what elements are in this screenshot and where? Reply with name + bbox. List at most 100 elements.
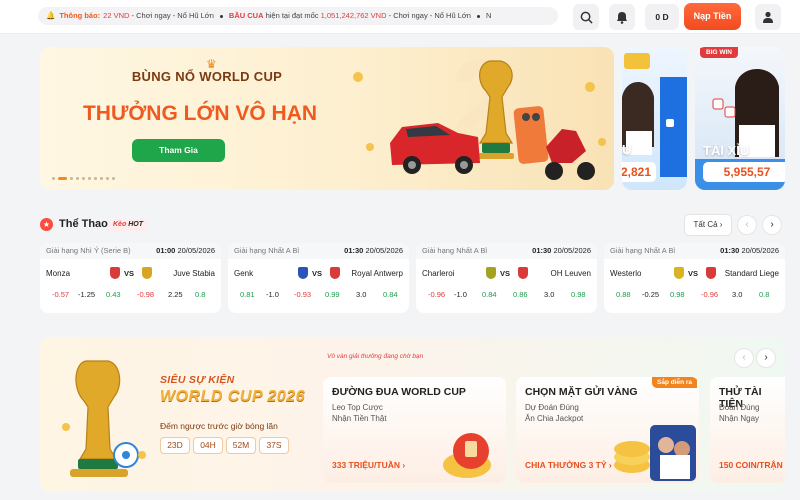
gift-box-image <box>443 433 491 478</box>
odds-value[interactable]: 0.84 <box>383 290 398 299</box>
hero-title: BÙNG NỔ WORLD CUP <box>131 69 283 84</box>
announcement-ticker[interactable]: 🔔 Thông báo: 22 VND - Chơi ngay - Nổ Hũ Lớ… <box>38 7 558 25</box>
carousel-dot[interactable] <box>82 177 85 180</box>
match-card[interactable]: Giải hạng Nhì Ý (Serie B) 01:00 20/05/20… <box>40 243 221 313</box>
deposit-button[interactable]: Nạp Tiền <box>684 3 741 30</box>
home-team: Genk <box>234 269 254 278</box>
league-name: Giải hạng Nhất A Bỉ <box>234 246 300 255</box>
league-name: Giải hạng Nhì Ý (Serie B) <box>46 246 131 255</box>
match-time: 01:30 20/05/2026 <box>532 243 591 259</box>
promo-card-race[interactable]: ĐƯỜNG ĐUA WORLD CUP Leo Top Cược Nhận Ti… <box>323 377 506 483</box>
ticker-amount: 22 VND <box>103 11 130 20</box>
odds-value[interactable]: 0.98 <box>571 290 586 299</box>
promo-prev-button[interactable]: ‹ <box>734 348 754 368</box>
league-name: Giải hạng Nhất A Bỉ <box>610 246 676 255</box>
versus-label: VS <box>124 269 135 278</box>
promo-card-line: Nhận Tiền Thật <box>332 414 387 423</box>
see-all-button[interactable]: Tất Cả › <box>684 214 732 236</box>
account-button[interactable] <box>755 4 781 30</box>
match-card[interactable]: Giải hạng Nhất A Bỉ 01:30 20/05/2026 Gen… <box>228 243 409 313</box>
odds-row: -0.57 -1.25 0.43 -0.98 2.25 0.8 <box>40 285 221 307</box>
promo-card-line: Dự Đoán Đúng <box>525 403 579 412</box>
promo-card-line: Ăn Chia Jackpot <box>525 414 584 423</box>
odds-value[interactable]: -1.0 <box>266 290 279 299</box>
odds-value[interactable]: 0.8 <box>759 290 769 299</box>
ticker-text: - Chơi ngay - Nổ Hũ Lớn <box>388 11 471 20</box>
versus-label: VS <box>500 269 511 278</box>
odds-value[interactable]: 0.81 <box>240 290 255 299</box>
odds-value[interactable]: -1.25 <box>78 290 95 299</box>
notification-button[interactable] <box>609 4 635 30</box>
match-teams: Westerlo VS Standard Liege <box>604 259 785 285</box>
odds-value[interactable]: 3.0 <box>544 290 554 299</box>
carousel-dot[interactable] <box>88 177 91 180</box>
see-all-label: Tất Cả <box>693 220 718 229</box>
home-team-crest-icon <box>674 267 684 279</box>
side-banner-taixiu[interactable]: BIG WIN TÀI XỈU 5,955,57 <box>695 47 785 190</box>
odds-value[interactable]: 3.0 <box>732 290 742 299</box>
upcoming-badge: Sắp diễn ra <box>652 377 698 388</box>
carousel-dot[interactable] <box>76 177 79 180</box>
odds-value[interactable]: 0.43 <box>106 290 121 299</box>
odds-value[interactable]: -0.93 <box>294 290 311 299</box>
trophy-ball-image <box>62 360 146 477</box>
carousel-dot[interactable] <box>106 177 109 180</box>
promo-tagline: Vô vàn giải thưởng đang chờ bạn <box>327 353 424 360</box>
kickoff-time: 01:30 <box>532 246 552 255</box>
odds-value[interactable]: 0.86 <box>513 290 528 299</box>
carousel-dot[interactable] <box>94 177 97 180</box>
match-card[interactable]: Giải hạng Nhất A Bỉ 01:30 20/05/2026 Wes… <box>604 243 785 313</box>
carousel-dot[interactable] <box>70 177 73 180</box>
countdown-days: 23D <box>160 437 190 454</box>
chevron-right-icon: › <box>608 460 612 470</box>
odds-value[interactable]: 0.98 <box>670 290 685 299</box>
kickoff-time: 01:30 <box>720 246 740 255</box>
odds-value[interactable]: 0.8 <box>195 290 205 299</box>
odds-value[interactable]: 2.25 <box>168 290 183 299</box>
promo-next-button[interactable]: › <box>756 348 776 368</box>
odds-value[interactable]: -0.96 <box>701 290 718 299</box>
promo-card-cta-label: CHIA THƯỞNG 3 TỶ <box>525 460 607 470</box>
carousel-dot[interactable] <box>52 177 55 180</box>
promo-card-cta[interactable]: 150 COIN/TRẬN <box>719 460 783 470</box>
world-cup-promo: SIÊU SỰ KIỆN WORLD CUP 2026 Đếm ngược tr… <box>40 337 785 492</box>
home-team-crest-icon <box>486 267 496 279</box>
match-date: 20/05/2026 <box>741 246 779 255</box>
promo-card-talent[interactable]: THỬ TÀI TIÊN Đoán Đúng Nhận Ngay 150 COI… <box>710 377 785 483</box>
carousel-dot[interactable] <box>58 177 67 180</box>
promo-card-predict[interactable]: Sắp diễn ra CHỌN MẶT GỬI VÀNG Dự Đoán Đú… <box>516 377 699 483</box>
odds-value[interactable]: 0.84 <box>482 290 497 299</box>
odds-value[interactable]: 0.88 <box>616 290 631 299</box>
odds-value[interactable]: 0.99 <box>325 290 340 299</box>
promo-card-cta[interactable]: CHIA THƯỞNG 3 TỶ › <box>525 460 612 470</box>
world-cup-trophy-car-image: 2 <box>353 47 606 180</box>
promo-card-cta[interactable]: 333 TRIỆU/TUẦN › <box>332 460 405 470</box>
balance-display[interactable]: 0 D <box>645 4 679 30</box>
carousel-dot[interactable] <box>112 177 115 180</box>
side-banner-game[interactable]: U 2,821 <box>622 47 687 190</box>
promo-card-line: Nhận Ngay <box>719 414 760 423</box>
odds-value[interactable]: -0.57 <box>52 290 69 299</box>
prev-button[interactable]: ‹ <box>737 215 757 235</box>
home-team-crest-icon <box>298 267 308 279</box>
countdown-label: Đếm ngược trước giờ bóng lăn <box>160 421 278 431</box>
odds-value[interactable]: -0.96 <box>428 290 445 299</box>
side-banner-amount: 2,821 <box>622 162 656 182</box>
next-button[interactable]: › <box>762 215 782 235</box>
side-banner-amount: 5,955,57 <box>703 162 785 182</box>
carousel-dot[interactable] <box>100 177 103 180</box>
match-teams: Monza VS Juve Stabia <box>40 259 221 285</box>
hero-banner[interactable]: 2 ♛ BÙNG NỔ WORLD CUP THƯỞNG LỚN VÔ HẠN … <box>40 47 614 190</box>
odds-value[interactable]: -0.98 <box>137 290 154 299</box>
odds-value[interactable]: 3.0 <box>356 290 366 299</box>
match-teams: Genk VS Royal Antwerp <box>228 259 409 285</box>
odds-value[interactable]: -1.0 <box>454 290 467 299</box>
search-button[interactable] <box>573 4 599 30</box>
versus-label: VS <box>688 269 699 278</box>
top-bar: 🔔 Thông báo: 22 VND - Chơi ngay - Nổ Hũ Lớ… <box>0 0 800 34</box>
odds-value[interactable]: -0.25 <box>642 290 659 299</box>
sports-section-title: Thể Thao <box>59 218 108 230</box>
promo-card-cta-label: 333 TRIỆU/TUẦN <box>332 460 401 470</box>
join-button[interactable]: Tham Gia <box>132 139 225 162</box>
match-card[interactable]: Giải hạng Nhất A Bỉ 01:30 20/05/2026 Cha… <box>416 243 597 313</box>
